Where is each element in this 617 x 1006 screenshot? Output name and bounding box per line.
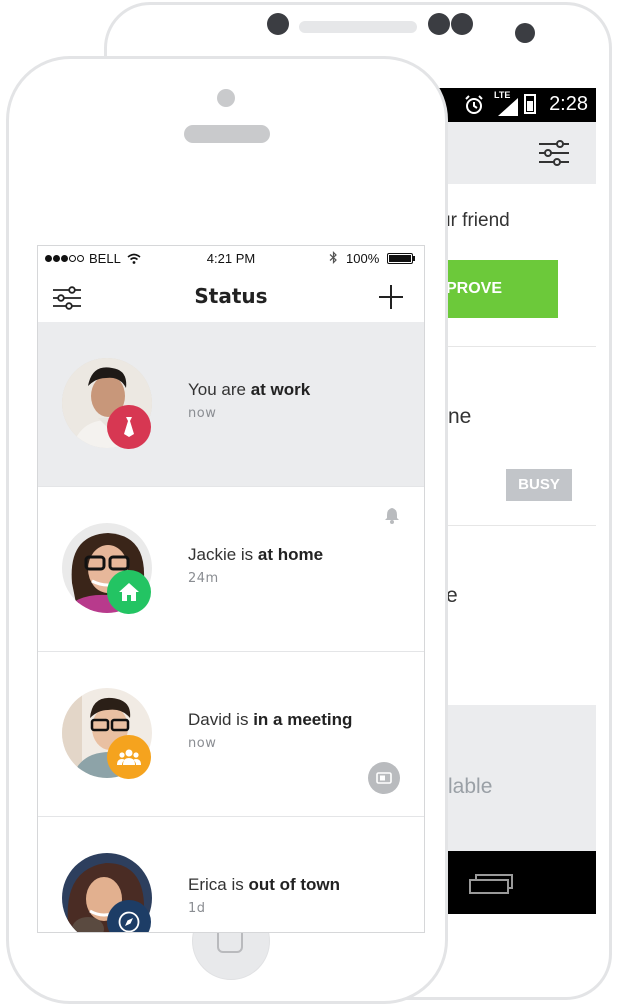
person-name: David is (188, 710, 249, 729)
status-time: 24m (188, 571, 219, 586)
ios-nav-bar: Status (38, 270, 424, 322)
sensor-icon (428, 13, 450, 35)
status-badge (107, 570, 151, 614)
item-text: lable (448, 775, 493, 798)
speaker-grille (184, 125, 270, 143)
row-text: Jackie is at home 24m (188, 545, 323, 586)
item-text: ur friend (440, 210, 510, 231)
list-item[interactable]: David is in a meeting now (38, 652, 424, 817)
recent-apps-icon[interactable] (468, 873, 514, 895)
speaker-grille (299, 21, 417, 33)
plus-icon[interactable] (378, 284, 404, 310)
status-title: You are at work (188, 380, 310, 400)
front-camera-icon (515, 23, 535, 43)
android-clock: 2:28 (549, 93, 588, 115)
battery-icon (524, 94, 536, 114)
phone-glyph-icon (376, 772, 392, 784)
people-icon (117, 749, 141, 765)
front-camera-icon (217, 89, 235, 107)
home-icon (119, 583, 139, 601)
status-value: at home (257, 545, 324, 564)
ios-status-bar: BELL 4:21 PM 100% (38, 246, 424, 270)
signal-icon (498, 98, 518, 116)
status-value: out of town (248, 875, 341, 894)
list-item[interactable]: You are at work now (38, 322, 424, 487)
status-value: in a meeting (253, 710, 353, 729)
row-text: David is in a meeting now (188, 710, 352, 751)
status-title: Erica is out of town (188, 875, 340, 895)
busy-button[interactable]: BUSY (506, 469, 572, 501)
row-text: You are at work now (188, 380, 310, 421)
status-value: at work (250, 380, 311, 399)
sensor-icon (451, 13, 473, 35)
bell-icon (385, 508, 399, 524)
status-list: You are at work now Jackie is at home 24… (38, 322, 424, 932)
person-name: You are (188, 380, 246, 399)
status-badge (107, 735, 151, 779)
sliders-icon[interactable] (538, 140, 570, 166)
alarm-icon (465, 95, 483, 114)
person-name: Jackie is (188, 545, 254, 564)
ios-screen: BELL 4:21 PM 100% Status You are at work… (37, 245, 425, 933)
status-title: David is in a meeting (188, 710, 352, 730)
row-text: Erica is out of town 1d (188, 875, 340, 916)
status-title: Jackie is at home (188, 545, 323, 565)
camera-icon (267, 13, 289, 35)
list-item[interactable]: Erica is out of town 1d (38, 817, 424, 932)
bluetooth-icon (329, 251, 337, 264)
item-text: ne (448, 405, 472, 428)
phone-icon[interactable] (368, 762, 400, 794)
battery-percent: 100% (346, 251, 380, 266)
battery-icon (387, 253, 413, 264)
status-time: 1d (188, 901, 206, 916)
battery-tip (413, 256, 415, 261)
status-time: now (188, 736, 217, 751)
page-title: Status (194, 284, 268, 308)
person-name: Erica is (188, 875, 244, 894)
status-badge (107, 405, 151, 449)
list-item[interactable]: Jackie is at home 24m (38, 487, 424, 652)
status-time: now (188, 406, 217, 421)
compass-icon (118, 911, 140, 932)
tie-icon (124, 417, 134, 437)
iphone: BELL 4:21 PM 100% Status You are at work… (6, 56, 448, 1004)
